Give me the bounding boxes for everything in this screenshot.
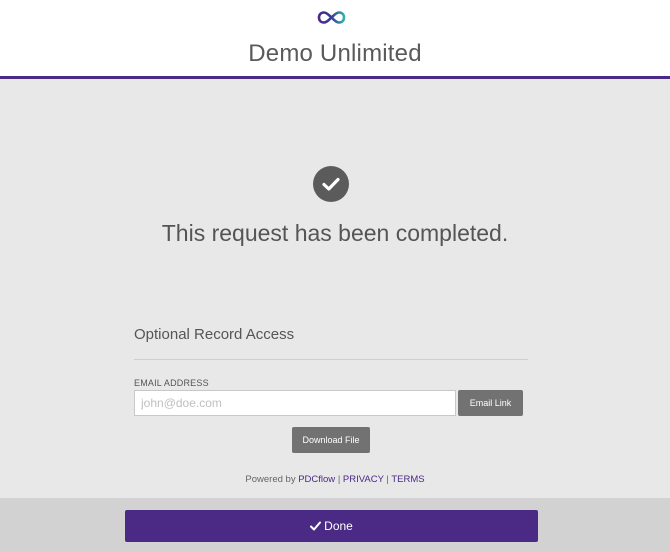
header: Demo Unlimited bbox=[0, 0, 670, 79]
email-label: EMAIL ADDRESS bbox=[134, 378, 209, 388]
privacy-link[interactable]: PRIVACY bbox=[343, 474, 384, 485]
completion-message: This request has been completed. bbox=[161, 220, 509, 246]
separator: | bbox=[337, 474, 341, 485]
powered-by-text: Powered by bbox=[245, 474, 296, 485]
download-file-button[interactable]: Download File bbox=[292, 427, 370, 453]
divider bbox=[134, 359, 528, 360]
done-label: Done bbox=[324, 519, 353, 533]
pdcflow-link[interactable]: PDCflow bbox=[298, 474, 335, 485]
footer-links: Powered by PDCflow | PRIVACY | TERMS bbox=[0, 474, 670, 485]
checkmark-icon bbox=[310, 521, 322, 531]
separator: | bbox=[386, 474, 389, 485]
email-link-button[interactable]: Email Link bbox=[458, 390, 523, 416]
section-title: Optional Record Access bbox=[134, 326, 295, 343]
terms-link[interactable]: TERMS bbox=[391, 474, 424, 485]
infinity-icon bbox=[317, 11, 346, 24]
email-input[interactable] bbox=[134, 390, 456, 416]
brand-title: Demo Unlimited bbox=[248, 40, 422, 67]
done-button[interactable]: Done bbox=[125, 510, 538, 542]
check-circle-icon bbox=[313, 166, 349, 202]
